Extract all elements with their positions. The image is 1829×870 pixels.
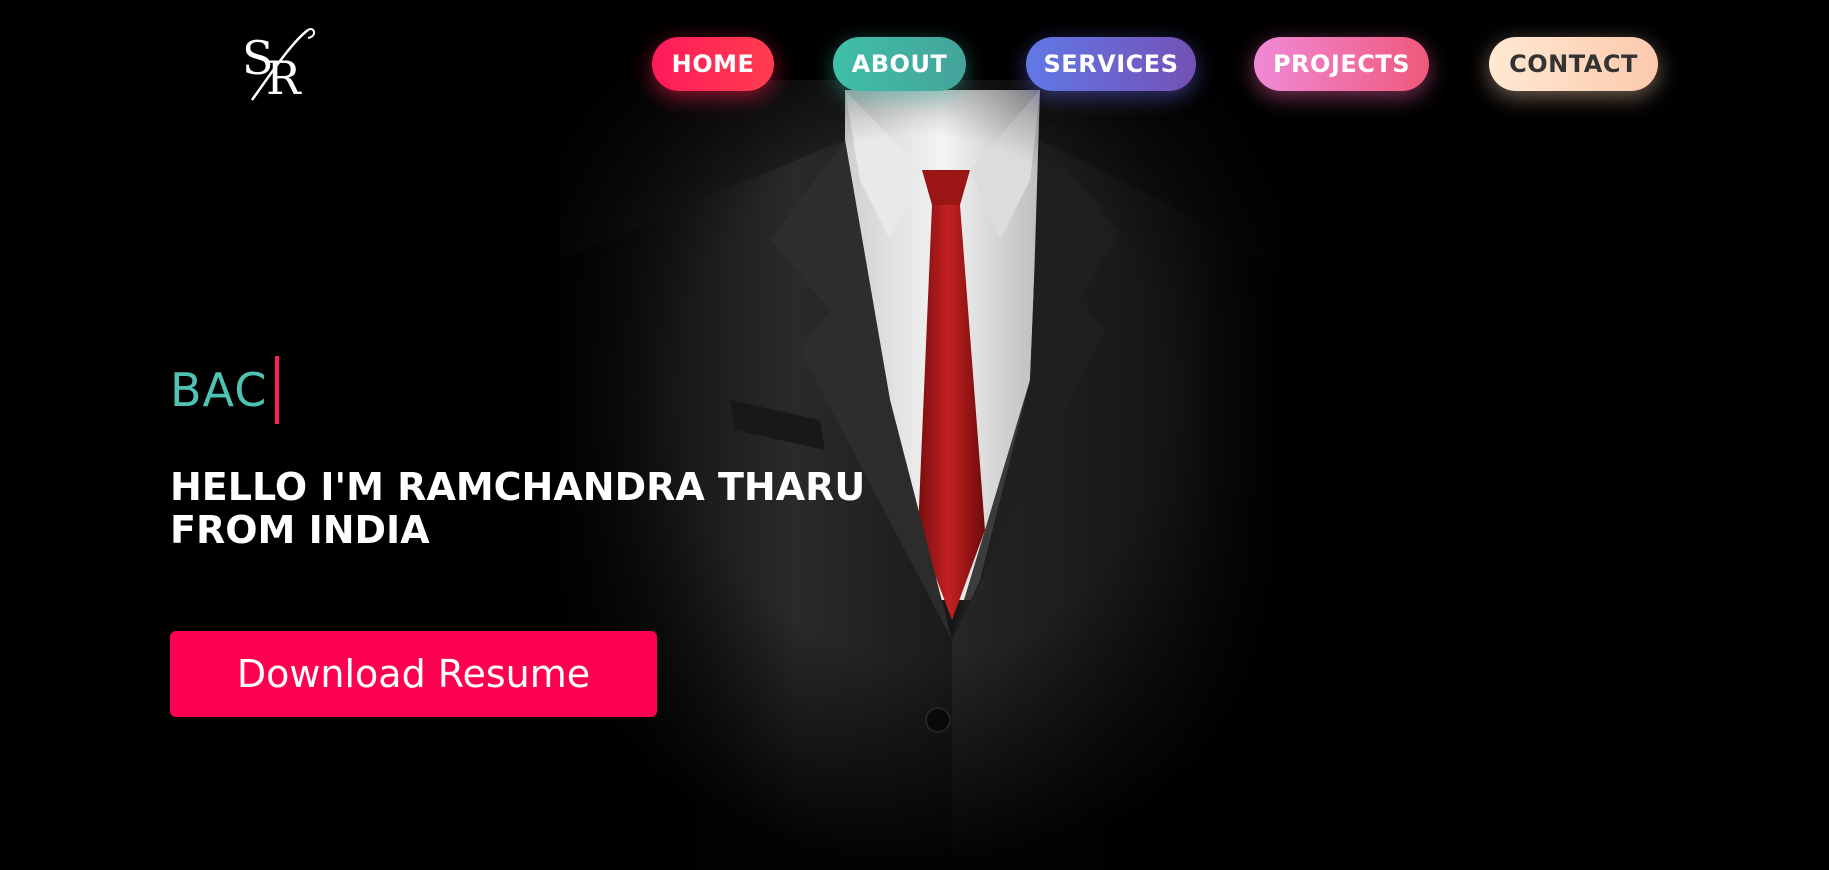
nav-home-button[interactable]: HOME <box>652 37 774 91</box>
hero-greeting: HELLO I'M RAMCHANDRA THARU FROM INDIA <box>170 466 870 552</box>
typed-role-text: BAC <box>170 355 280 425</box>
portfolio-page: S R HOME ABOUT SERVICES PROJECTS CONTACT… <box>0 0 1829 870</box>
nav-services-button[interactable]: SERVICES <box>1026 37 1196 91</box>
nav-projects-button[interactable]: PROJECTS <box>1254 37 1429 91</box>
greeting-line-2: FROM INDIA <box>170 508 430 552</box>
greeting-line-1: HELLO I'M RAMCHANDRA THARU <box>170 465 866 509</box>
nav-about-button[interactable]: ABOUT <box>833 37 966 91</box>
main-navigation: HOME ABOUT SERVICES PROJECTS CONTACT <box>0 37 1829 91</box>
download-resume-button[interactable]: Download Resume <box>170 631 657 717</box>
typing-cursor <box>275 356 280 424</box>
nav-contact-button[interactable]: CONTACT <box>1489 37 1658 91</box>
typed-text: BAC <box>170 363 268 417</box>
